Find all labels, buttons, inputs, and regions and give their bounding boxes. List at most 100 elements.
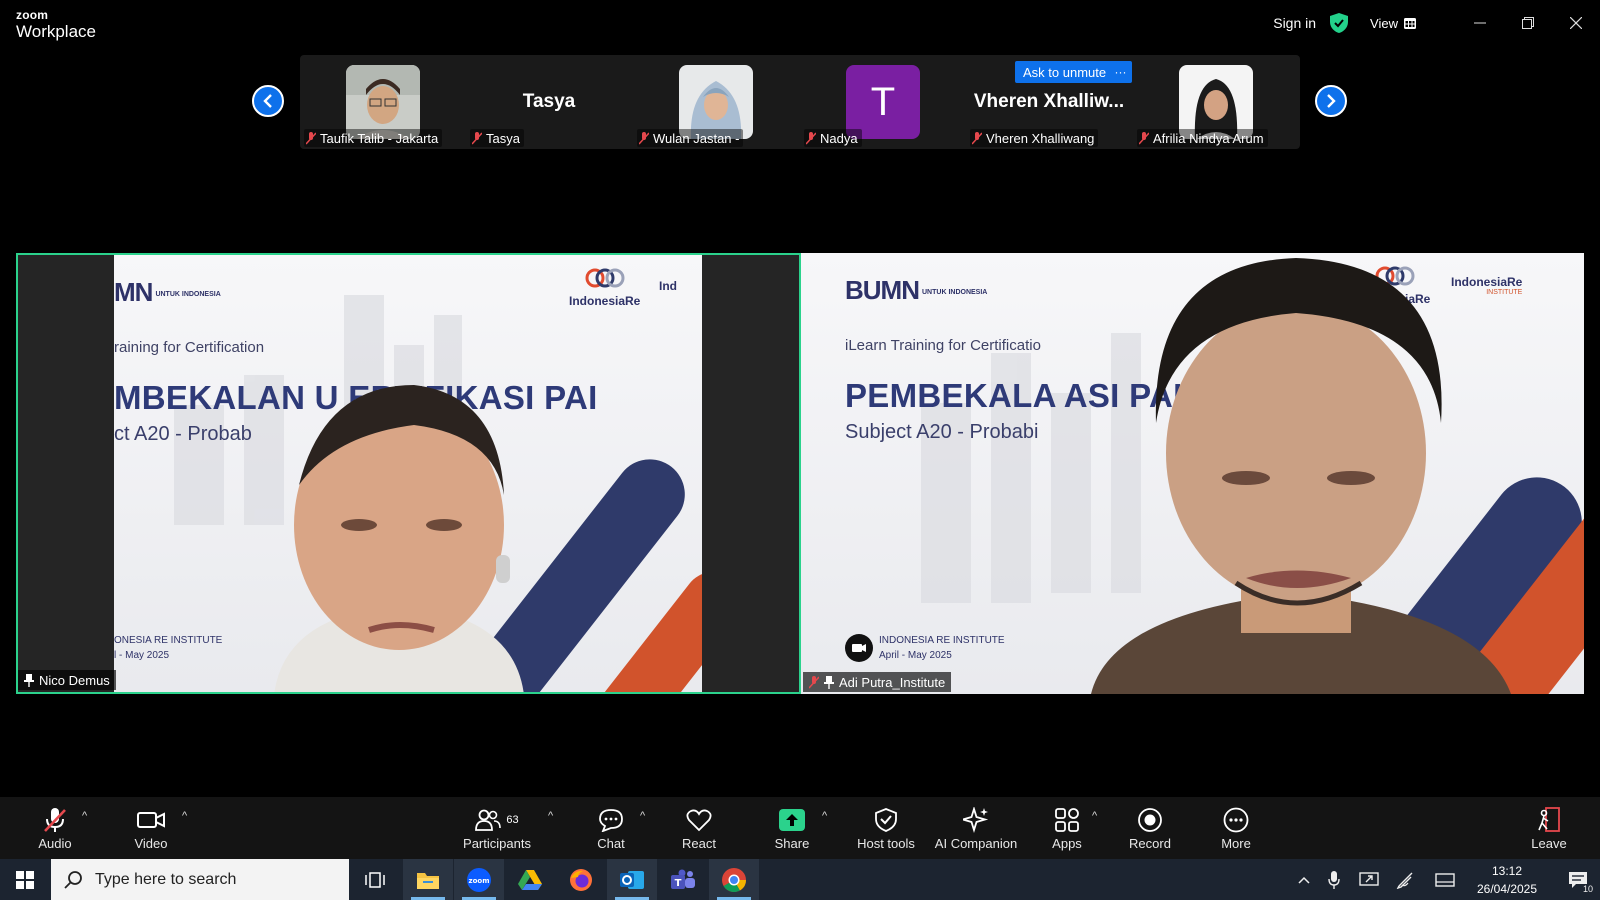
taskbar-clock[interactable]: 13:12 26/04/2025 <box>1462 862 1552 898</box>
indonesiare-logo: IndonesiaRe <box>569 267 640 308</box>
more-button[interactable]: More <box>1211 797 1261 859</box>
teams-button[interactable]: T <box>658 859 708 900</box>
video-options-caret[interactable]: ^ <box>182 810 187 822</box>
brand-top: zoom <box>16 8 49 22</box>
show-hidden-icons-button[interactable] <box>1292 859 1316 900</box>
video-button[interactable]: Video <box>126 797 176 859</box>
task-view-button[interactable] <box>350 859 400 900</box>
participant-name: Wulan Jastan - <box>653 130 740 146</box>
security-shield-icon[interactable] <box>1330 13 1349 33</box>
video-tile-right[interactable]: BUMNUNTUK INDONESIA IndonesiaRe Indonesi… <box>801 253 1584 694</box>
chat-button[interactable]: Chat <box>586 797 636 859</box>
firefox-button[interactable] <box>556 859 606 900</box>
apps-grid-icon <box>1055 808 1079 832</box>
ai-companion-button[interactable]: AI Companion <box>932 797 1020 859</box>
notifications-button[interactable]: 10 <box>1560 859 1596 900</box>
close-icon <box>1570 17 1582 29</box>
participants-button[interactable]: 63 Participants <box>458 797 536 859</box>
slide-subject: ct A20 - Probab <box>114 423 252 445</box>
ai-companion-label: AI Companion <box>934 836 1018 851</box>
gallery-tile[interactable]: Wulan Jastan - <box>633 55 799 149</box>
view-button[interactable]: View <box>1370 16 1416 31</box>
indonesiare-rings-icon <box>585 268 625 288</box>
meeting-toolbar: Audio ^ Video ^ 63 Participants ^ Chat ^… <box>0 797 1600 859</box>
audio-button[interactable]: Audio <box>30 797 80 859</box>
restore-icon <box>1522 17 1534 29</box>
taskbar-search[interactable]: Type here to search <box>51 859 349 900</box>
windows-logo-icon <box>16 870 34 889</box>
audio-options-caret[interactable]: ^ <box>82 810 87 822</box>
share-label: Share <box>774 836 810 851</box>
svg-text:zoom: zoom <box>469 877 490 885</box>
restore-button[interactable] <box>1504 0 1552 46</box>
slide-institute: ONESIA RE INSTITUTE l - May 2025 <box>114 633 222 663</box>
microphone-tray-button[interactable] <box>1322 859 1346 900</box>
participant-name: Tasya <box>486 130 520 146</box>
ask-to-unmute-button[interactable]: Ask to unmute <box>1015 61 1115 83</box>
record-label: Record <box>1129 836 1171 851</box>
teams-icon: T <box>671 869 695 889</box>
record-button[interactable]: Record <box>1125 797 1175 859</box>
video-label: Video <box>134 836 168 851</box>
video-camera-icon <box>137 812 165 828</box>
apps-button[interactable]: Apps <box>1042 797 1092 859</box>
participants-count: 63 <box>506 814 519 826</box>
gallery-tile[interactable]: Taufik Talib - Jakarta <box>300 55 466 149</box>
gallery-tile[interactable]: T Nadya <box>800 55 966 149</box>
keyboard-icon <box>1435 872 1455 887</box>
react-label: React <box>682 836 716 851</box>
video-tile-left[interactable]: MN UNTUK INDONESIA IndonesiaRe Ind rainin… <box>16 253 801 694</box>
slide-ilearn: raining for Certification <box>114 339 265 356</box>
keyboard-tray-button[interactable] <box>1432 859 1458 900</box>
minimize-button[interactable] <box>1456 0 1504 46</box>
share-options-caret[interactable]: ^ <box>822 810 827 822</box>
mic-muted-icon <box>809 675 819 689</box>
zoom-app-button[interactable]: zoom <box>454 859 504 900</box>
pen-tray-button[interactable] <box>1392 859 1418 900</box>
chrome-icon <box>722 867 746 892</box>
participant-name-label: Adi Putra_Institute <box>803 672 952 692</box>
microphone-muted-icon <box>44 808 66 832</box>
heart-icon <box>686 809 712 832</box>
google-drive-button[interactable] <box>505 859 555 900</box>
slide-institute-name: ONESIA RE INSTITUTE <box>114 635 223 646</box>
participant-name: Afrilia Nindya Arum <box>1153 130 1264 146</box>
search-placeholder: Type here to search <box>95 870 237 888</box>
pin-icon <box>824 675 834 689</box>
mic-muted-icon <box>972 131 982 145</box>
gallery-prev-button[interactable] <box>252 85 284 117</box>
brand-bottom: Workplace <box>16 22 96 41</box>
start-button[interactable] <box>0 859 50 900</box>
apps-options-caret[interactable]: ^ <box>1092 810 1097 822</box>
chrome-button[interactable] <box>709 859 759 900</box>
sign-in-link[interactable]: Sign in <box>1273 15 1316 31</box>
gallery-tile[interactable]: Tasya Tasya <box>466 55 632 149</box>
task-view-icon <box>365 871 385 888</box>
file-explorer-button[interactable] <box>403 859 453 900</box>
participant-more-button[interactable]: ··· <box>1109 61 1132 83</box>
react-button[interactable]: React <box>674 797 724 859</box>
participant-name: Nadya <box>820 130 858 146</box>
gallery-tile[interactable]: Afrilia Nindya Arum <box>1133 55 1299 149</box>
slide-institute-date: l - May 2025 <box>114 650 170 661</box>
participant-name: Taufik Talib - Jakarta <box>320 130 439 146</box>
shared-slide: MN UNTUK INDONESIA IndonesiaRe Ind rainin… <box>114 255 702 692</box>
slide-subject: Subject A20 - Probabi <box>845 421 1039 443</box>
meet-now-tray-button[interactable] <box>1356 859 1382 900</box>
share-button[interactable]: Share <box>766 797 818 859</box>
leave-button[interactable]: Leave <box>1524 797 1574 859</box>
chat-options-caret[interactable]: ^ <box>640 810 645 822</box>
close-button[interactable] <box>1552 0 1600 46</box>
mic-muted-icon <box>639 131 649 145</box>
bumn-logo-sub: UNTUK INDONESIA <box>922 288 988 296</box>
participant-video <box>1179 65 1253 139</box>
microphone-icon <box>1328 870 1340 889</box>
participants-options-caret[interactable]: ^ <box>548 810 553 822</box>
outlook-button[interactable] <box>607 859 657 900</box>
participant-display-name: Vheren Xhalliw... <box>973 91 1125 112</box>
bumn-logo: MN <box>114 277 153 307</box>
gallery-next-button[interactable] <box>1315 85 1347 117</box>
folder-icon <box>417 872 439 889</box>
speaker-video <box>1091 258 1511 694</box>
host-tools-button[interactable]: Host tools <box>854 797 918 859</box>
